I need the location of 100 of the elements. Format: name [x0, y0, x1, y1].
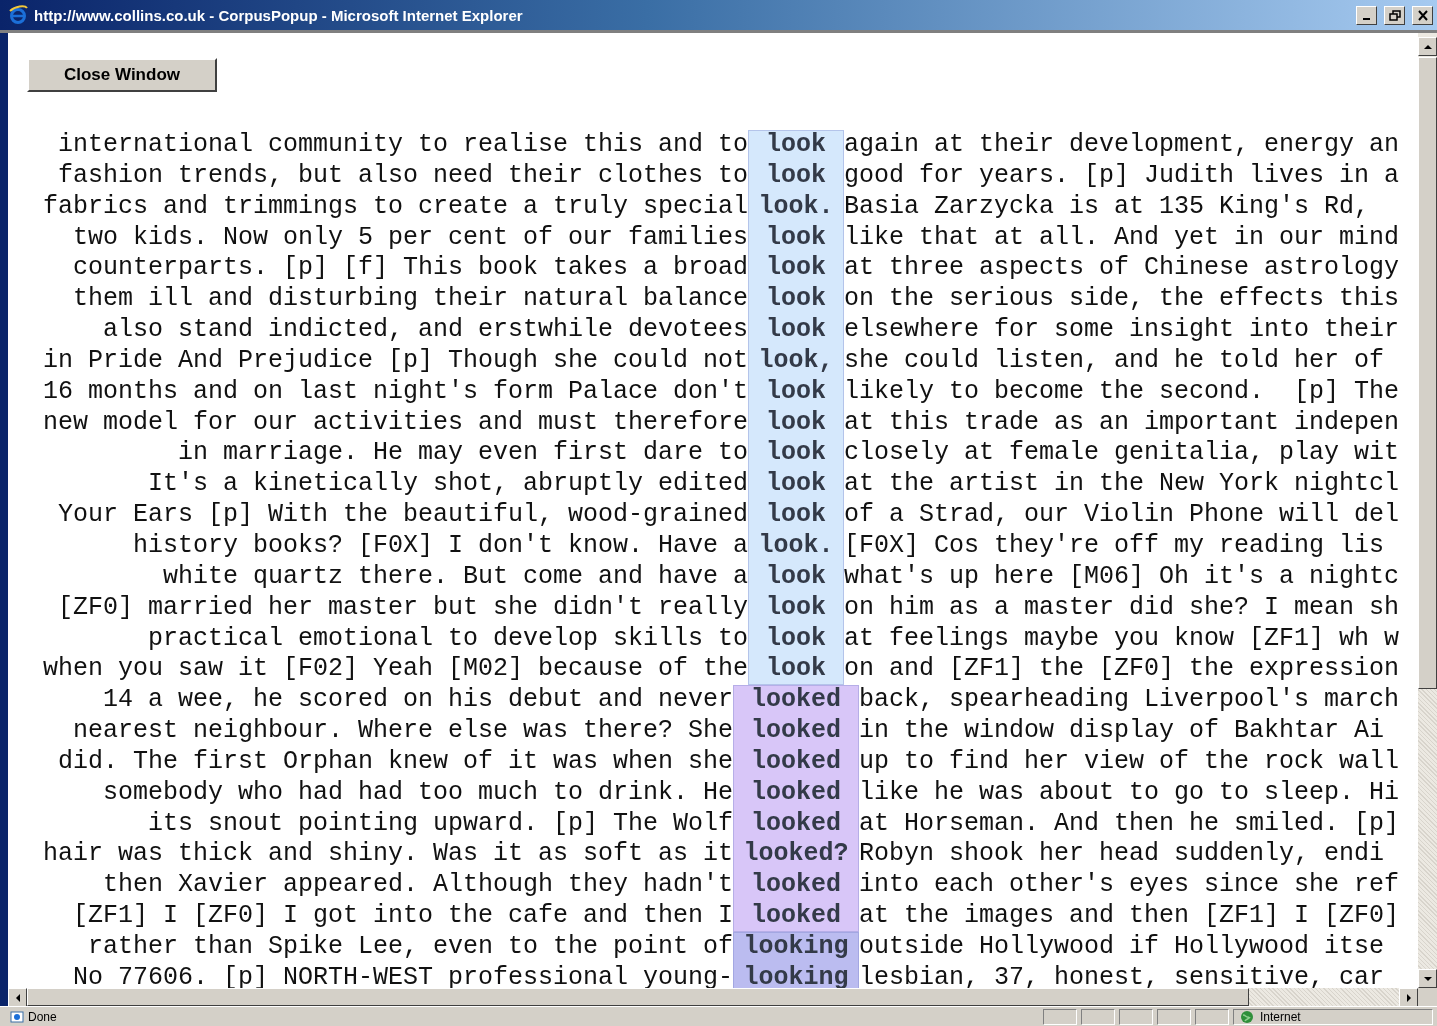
context-text: 14 a wee, he scored on his debut and never — [101, 685, 733, 717]
close-window-button[interactable]: Close Window — [27, 58, 217, 92]
status-pane — [1043, 1008, 1077, 1025]
context-text: them ill and disturbing their natural balance — [71, 284, 748, 316]
arrow-icon — [1405, 993, 1412, 1002]
minimize-button[interactable] — [1356, 5, 1377, 25]
context-text: like that at all. And yet in our mind — [844, 222, 1401, 254]
keyword: looking — [742, 931, 850, 963]
status-pane — [1157, 1008, 1191, 1025]
context-text: on him as a master did she? I mean sh — [844, 592, 1401, 624]
context-text: what's up here [M06] Oh it's a nightc — [844, 561, 1401, 593]
keyword: look — [765, 561, 827, 593]
context-text: at three aspects of Chinese astrology — [844, 253, 1401, 285]
keyword: looked — [750, 901, 842, 932]
keyword: looked? — [742, 839, 850, 871]
keyword: looked — [750, 685, 842, 717]
window-title: http://www.collins.co.uk - CorpusPopup - Microsoft Internet Explorer — [34, 6, 524, 24]
keyword: look — [765, 315, 827, 346]
context-text: fabrics and trimmings to create a truly special — [41, 191, 748, 223]
context-text: its snout pointing upward. [p] The Wolf — [146, 808, 733, 840]
context-text: fashion trends, but also need their clothes to — [56, 160, 748, 192]
scroll-down-button[interactable] — [1418, 969, 1437, 988]
context-text: closely at female genitalia, play wit — [844, 438, 1401, 470]
keyword: look — [765, 500, 827, 531]
keyword: look — [765, 623, 827, 655]
arrow-icon — [1423, 975, 1432, 982]
arrow-icon — [1423, 43, 1432, 50]
keyword: look — [765, 160, 827, 192]
keyword: look — [765, 222, 827, 254]
context-text: hair was thick and shiny. Was it as soft as it — [41, 839, 733, 871]
close-icon — [1416, 9, 1429, 21]
context-text: elsewhere for some insight into their — [844, 315, 1401, 346]
browser-icon — [8, 5, 28, 25]
keyword: looked — [750, 716, 842, 747]
context-text: then Xavier appeared. Although they hadn't — [101, 870, 733, 902]
context-text: history books? [F0X] I don't know. Have a — [131, 530, 748, 562]
restore-button[interactable] — [1384, 5, 1405, 25]
context-text: lesbian, 37, honest, sensitive, car — [859, 962, 1386, 988]
context-text: outside Hollywood if Hollywood itse — [859, 931, 1386, 963]
context-text: Robyn shook her head suddenly, endi — [859, 839, 1386, 871]
minimize-icon — [1363, 18, 1370, 20]
context-text: practical emotional to develop skills to — [146, 623, 748, 655]
globe-icon — [1240, 1009, 1254, 1024]
keyword: look, — [757, 345, 835, 377]
context-text: new model for our activities and must therefore — [41, 407, 748, 439]
keyword: looked — [750, 777, 842, 809]
keyword: looked — [750, 808, 842, 840]
scrollbar-thumb[interactable] — [1418, 57, 1437, 689]
context-text: into each other's eyes since she ref — [859, 870, 1401, 902]
scroll-up-button[interactable] — [1418, 37, 1437, 56]
context-text: Basia Zarzycka is at 135 King's Rd, — [844, 191, 1371, 223]
context-text: good for years. [p] Judith lives in a — [844, 160, 1401, 192]
context-text: when you saw it [F02] Yeah [M02] because of the — [41, 654, 748, 686]
keyword: look — [765, 376, 827, 408]
context-text: [ZF0] married her master but she didn't really — [56, 592, 748, 624]
arrow-icon — [14, 993, 21, 1002]
close-button[interactable] — [1412, 5, 1433, 25]
context-text: likely to become the second. [p] The — [844, 376, 1401, 408]
context-text: Your Ears [p] With the beautiful, wood-grained — [56, 500, 748, 531]
keyword: look — [765, 253, 827, 285]
keyword: look — [765, 438, 827, 470]
keyword: look — [765, 654, 827, 686]
context-text: like he was about to go to sleep. Hi — [859, 777, 1401, 809]
context-text: It's a kinetically shot, abruptly edited — [146, 469, 748, 501]
context-text: did. The first Orphan knew of it was when she — [56, 746, 733, 778]
context-text: at the artist in the New York nightcl — [844, 469, 1401, 501]
context-text: again at their development, energy an — [844, 130, 1401, 161]
status-pane — [1195, 1008, 1229, 1025]
context-text: two kids. Now only 5 per cent of our families — [71, 222, 748, 254]
keyword: look. — [757, 530, 835, 562]
context-text: somebody who had had too much to drink. He — [101, 777, 733, 809]
context-text: in the window display of Bakhtar Ai — [859, 716, 1386, 747]
context-text: [ZF1] I [ZF0] I got into the cafe and then I — [71, 901, 733, 932]
context-text: on the serious side, the effects this — [844, 284, 1401, 316]
status-pane — [1119, 1008, 1153, 1025]
context-text: of a Strad, our Violin Phone will del — [844, 500, 1401, 531]
keyword: look — [765, 130, 827, 161]
keyword: looked — [750, 870, 842, 902]
context-text: at Horseman. And then he smiled. [p] — [859, 808, 1401, 840]
keyword: look — [765, 284, 827, 316]
context-text: back, spearheading Liverpool's march — [859, 685, 1401, 717]
status-pane — [1081, 1008, 1115, 1025]
keyword: look — [765, 592, 827, 624]
context-text: rather than Spike Lee, even to the point of — [86, 931, 733, 963]
context-text: also stand indicted, and erstwhile devotees — [101, 315, 748, 346]
context-text: up to find her view of the rock wall — [859, 746, 1401, 778]
context-text: at feelings maybe you know [ZF1] wh w — [844, 623, 1401, 655]
restore-icon — [1388, 9, 1401, 21]
keyword: look — [765, 407, 827, 439]
keyword: look — [765, 469, 827, 501]
context-text: counterparts. [p] [f] This book takes a broad — [71, 253, 748, 285]
context-text: in marriage. He may even first dare to — [176, 438, 748, 470]
context-text: she could listen, and he told her of — [844, 345, 1386, 377]
keyword: looked — [750, 746, 842, 778]
zone-text: Internet — [1260, 1009, 1301, 1024]
context-text: [F0X] Cos they're off my reading lis — [844, 530, 1386, 562]
context-text: international community to realise this and to — [56, 130, 748, 161]
context-text: on and [ZF1] the [ZF0] the expression — [844, 654, 1401, 686]
context-text: 16 months and on last night's form Palace don't — [41, 376, 748, 408]
context-text: white quartz there. But come and have a — [161, 561, 748, 593]
